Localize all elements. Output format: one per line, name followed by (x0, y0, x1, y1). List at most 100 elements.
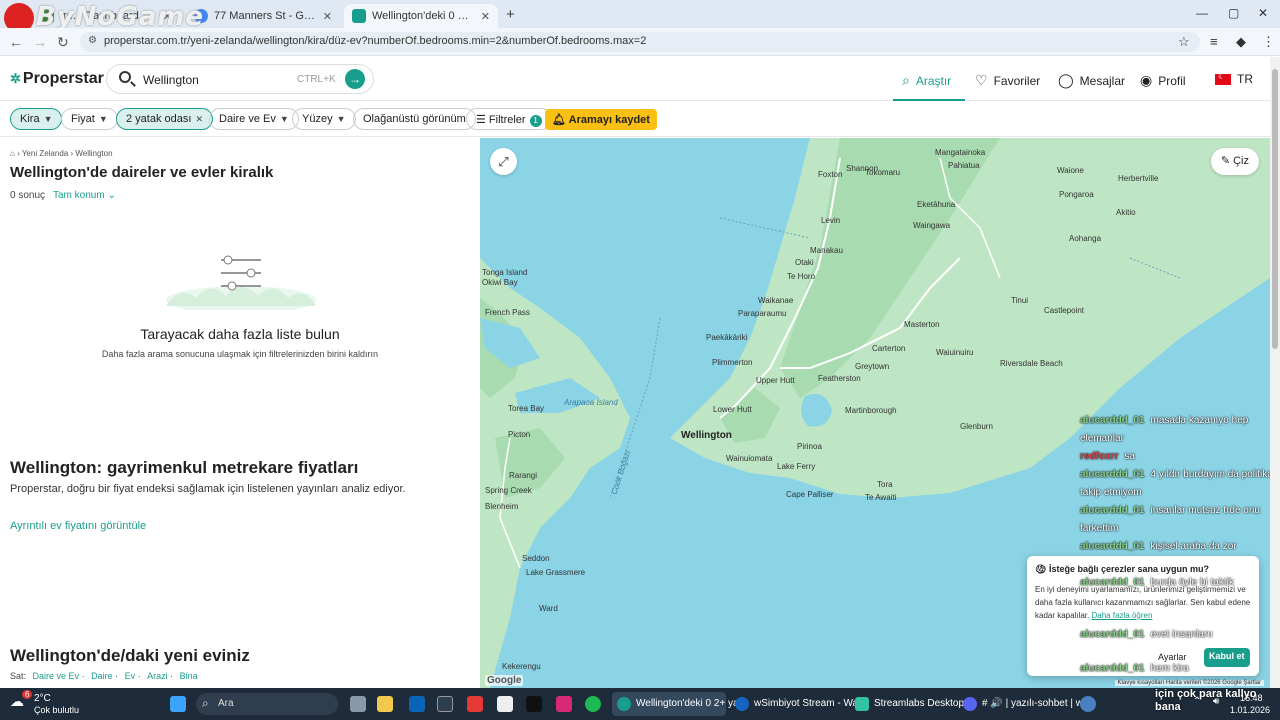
close-icon[interactable]: ✕ (481, 10, 490, 23)
menu-kebab-icon[interactable]: ⋮ (1262, 34, 1275, 50)
reload-icon[interactable]: ↻ (57, 34, 69, 51)
taskbar-app-edge[interactable]: wSimbiyot Stream - Wa (730, 692, 858, 716)
save-search-button[interactable]: 🔔︎ Aramayı kaydet (545, 109, 657, 130)
maximize-button[interactable]: ▢ (1228, 6, 1239, 20)
home-icon[interactable]: ⌂ (10, 149, 15, 158)
sale-link-apartment-house[interactable]: Daire ve Ev (33, 671, 80, 681)
nav-messages[interactable]: ◯ Mesajlar (1058, 72, 1125, 89)
bookmark-star-icon[interactable]: ☆ (1178, 34, 1190, 50)
tiktok-icon[interactable] (526, 696, 542, 712)
filter-surface[interactable]: Yüzey ▼ (292, 108, 356, 130)
map-label-island: Arapaoa Island (564, 398, 618, 407)
app-icon[interactable] (437, 696, 453, 712)
nav-language[interactable]: TR (1215, 71, 1253, 86)
app-icon[interactable] (1080, 696, 1096, 712)
close-icon[interactable]: ✕ (323, 10, 332, 23)
taskbar-search[interactable]: Ara (196, 693, 338, 715)
taskbar-app-discord[interactable]: # 🔊 | yazılı-sohbet | wS (958, 692, 1090, 716)
youtube-icon[interactable] (467, 696, 483, 712)
back-arrow-icon[interactable]: ← (9, 34, 23, 50)
speaker-icon[interactable]: 🔊︎ (1213, 696, 1219, 707)
app-icon[interactable] (497, 696, 513, 712)
extension-icon[interactable]: ◆ (1236, 34, 1246, 50)
sale-link-land[interactable]: Arazi (147, 671, 168, 681)
heart-icon: ♡ (975, 72, 988, 88)
map-label: Riversdale Beach (1000, 359, 1063, 368)
search-go-arrow-icon[interactable]: → (345, 69, 365, 89)
price-details-link[interactable]: Ayrıntılı ev fiyatını görüntüle (10, 520, 146, 532)
sale-link-building[interactable]: Bina (180, 671, 198, 681)
filter-rent[interactable]: Kira ▼ (10, 108, 63, 130)
expand-map-icon[interactable]: ⤢ (490, 148, 517, 175)
weather-badge: 6 (22, 690, 33, 699)
chevron-down-icon: ⌄ (107, 190, 116, 201)
breadcrumb-city[interactable]: Wellington (75, 149, 112, 158)
spotify-icon[interactable] (585, 696, 601, 712)
chat-message: alucarddd_01 burda öyle bi taktik (1080, 577, 1234, 588)
minimize-button[interactable]: — (1196, 6, 1208, 20)
map-label: Seddon (522, 554, 550, 563)
tab-google-maps[interactable]: 77 Manners St - Google Haritalar ✕ (186, 4, 340, 28)
map-attribution[interactable]: Klavye kısayolları Harita verileri ©2026… (1114, 680, 1264, 686)
nav-favorites[interactable]: ♡ Favoriler (975, 72, 1040, 89)
scrollbar-thumb[interactable] (1272, 69, 1278, 349)
search-input[interactable]: Wellington CTRL+K → (106, 64, 374, 94)
filter-count-badge: 1 (529, 115, 542, 127)
stream-chat-overlay: alucarddd_01 masada kazanıyo hep elemanla… (1080, 412, 1275, 556)
taskbar-app-chrome[interactable]: Wellington'deki 0 2+ ya (612, 692, 739, 716)
clock-time[interactable]: 16:48 (1240, 693, 1263, 703)
draw-area-button[interactable]: ✎ Çiz (1210, 148, 1259, 175)
filter-property-type[interactable]: Daire ve Ev ▼ (209, 108, 299, 130)
new-tab-button[interactable]: + (506, 6, 515, 23)
tray-chevron-icon[interactable]: ⌃ (1193, 696, 1201, 707)
filter-extraordinary-view[interactable]: Olağanüstü görünüm (353, 108, 476, 130)
map-label: Aohanga (1069, 234, 1102, 243)
nav-profile[interactable]: ◉ Profil (1140, 72, 1186, 89)
outlook-icon[interactable] (409, 696, 425, 712)
close-window-button[interactable]: ✕ (1258, 6, 1268, 20)
filter-more[interactable]: ☰ Filtreler 1 (466, 108, 552, 130)
map-label: Torea Bay (508, 404, 545, 413)
page-scrollbar[interactable] (1270, 57, 1280, 688)
site-header: ✲ Properstar Wellington CTRL+K → ⌕ Araştır… (0, 57, 1270, 101)
breadcrumb-country[interactable]: Yeni Zelanda (22, 149, 68, 158)
page-title: Wellington'de daireler ve evler kiralık (10, 164, 274, 181)
clear-filter-icon[interactable]: ✕ (195, 114, 203, 124)
properstar-logo[interactable]: ✲ Properstar (10, 70, 104, 88)
map-label: Otaki (795, 258, 814, 267)
empty-results-illustration (166, 255, 316, 310)
results-pane: ⌂ › Yeni Zelanda › Wellington Wellington… (0, 138, 480, 688)
forward-arrow-icon[interactable]: → (33, 34, 47, 50)
map-label: Manakau (810, 246, 843, 255)
new-home-title: Wellington'de/daki yeni eviniz (10, 646, 250, 665)
clock-date[interactable]: 1.01.2026 (1230, 705, 1270, 715)
sale-link-house[interactable]: Ev (125, 671, 136, 681)
file-explorer-icon[interactable] (377, 696, 393, 712)
taskbar-app-streamlabs[interactable]: Streamlabs Desktop (850, 692, 964, 716)
sale-link-apartment[interactable]: Daire (91, 671, 113, 681)
weather-desc[interactable]: Çok bulutlu (34, 705, 79, 715)
map-label-city: Wellington (681, 430, 732, 441)
chat-message: alucarddd_01 masada kazanıyo hep elemanla… (1080, 415, 1249, 444)
chat-message: alucarddd_01 evet insanlarıı (1080, 629, 1213, 640)
map-label: Masterton (904, 320, 940, 329)
weather-temp[interactable]: 2°C (34, 693, 51, 704)
map-label: Ward (539, 604, 558, 613)
bell-icon: 🔔︎ (552, 114, 569, 126)
map-label: Castlepoint (1044, 306, 1085, 315)
task-view-icon[interactable] (350, 696, 366, 712)
filter-price[interactable]: Fiyat ▼ (61, 108, 118, 130)
filter-bedrooms[interactable]: 2 yatak odası ✕ (116, 108, 213, 130)
tab-properstar[interactable]: Wellington'deki 0 2+ yatak odası ✕ (344, 4, 498, 28)
site-info-icon[interactable]: ⚙ (88, 35, 97, 46)
location-mode-dropdown[interactable]: Tam konum ⌄ (53, 190, 116, 201)
map-label: Herbertville (1118, 174, 1159, 183)
windows-start-icon[interactable] (170, 696, 186, 712)
url-bar[interactable]: ⚙ properstar.com.tr/yeni-zelanda/welling… (80, 32, 1200, 52)
media-icon[interactable]: ≡ (1210, 34, 1218, 49)
map-label: Upper Hutt (756, 376, 795, 385)
nav-explore[interactable]: ⌕ Araştır (902, 72, 951, 89)
instagram-icon[interactable] (556, 696, 572, 712)
streamlabs-icon (855, 697, 869, 711)
turkey-flag-icon (1215, 71, 1231, 85)
